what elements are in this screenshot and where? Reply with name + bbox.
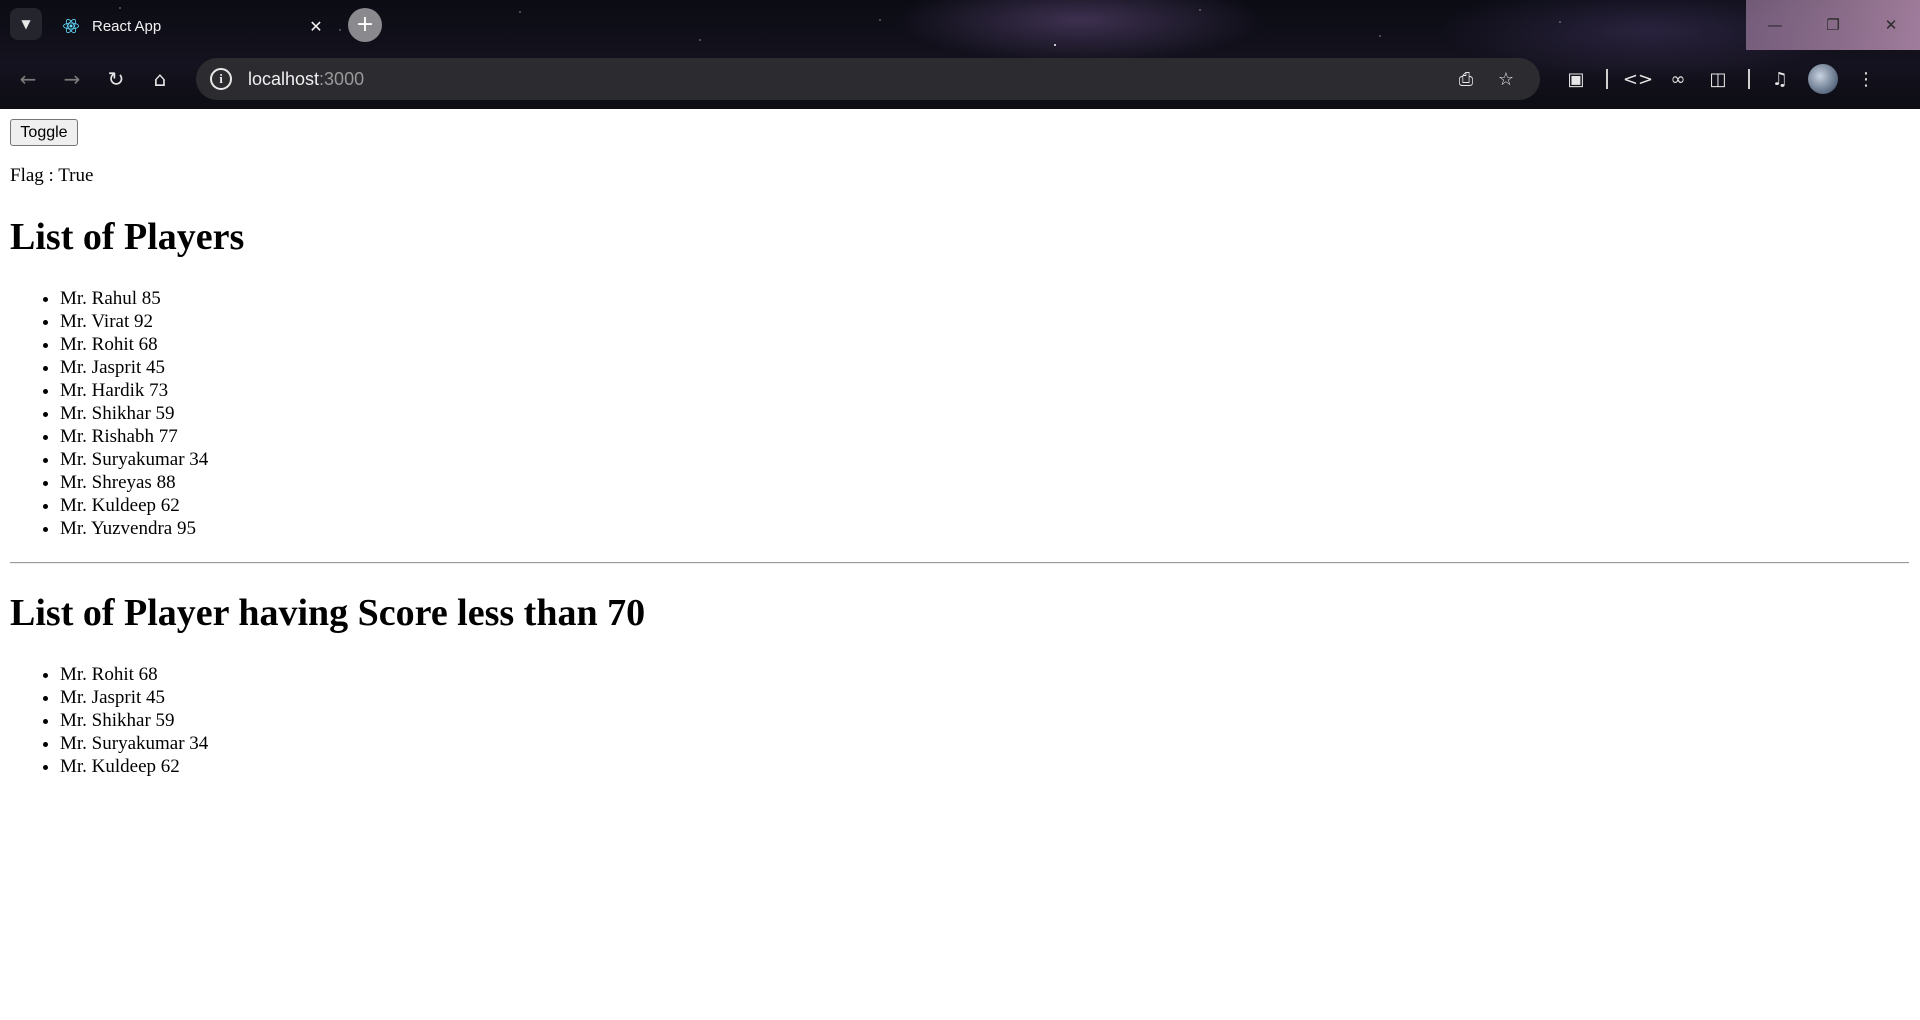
install-app-icon[interactable]: ⎙ — [1446, 59, 1486, 99]
chevron-down-icon[interactable]: ▼ — [10, 8, 42, 40]
all-players-heading: List of Players — [10, 216, 245, 258]
low-score-heading: List of Player having Score less than 70 — [10, 592, 646, 634]
list-item: Mr. Rahul 85 — [60, 287, 208, 310]
active-tab[interactable]: React App ✕ — [50, 6, 338, 46]
close-window-icon[interactable]: ✕ — [1862, 0, 1920, 50]
kebab-menu-icon[interactable]: ⋮ — [1846, 59, 1886, 99]
page-content: Toggle Flag : True List of Players Mr. R… — [0, 109, 1920, 1020]
url-text[interactable]: localhost:3000 — [248, 69, 1446, 90]
plus-icon[interactable]: + — [348, 8, 382, 42]
minimize-icon[interactable]: — — [1746, 0, 1804, 50]
close-icon[interactable]: ✕ — [306, 17, 326, 36]
list-item: Mr. Rohit 68 — [60, 663, 208, 686]
list-item: Mr. Yuzvendra 95 — [60, 517, 208, 540]
list-item: Mr. Rishabh 77 — [60, 425, 208, 448]
translate-icon[interactable]: ◫ — [1698, 59, 1738, 99]
puzzle-icon[interactable]: ▣ — [1556, 59, 1596, 99]
info-icon[interactable]: i — [210, 68, 232, 90]
list-item: Mr. Rohit 68 — [60, 333, 208, 356]
home-icon[interactable]: ⌂ — [140, 59, 180, 99]
toolbar-separator — [1606, 69, 1608, 89]
list-item: Mr. Shikhar 59 — [60, 709, 208, 732]
react-logo-icon — [63, 18, 79, 34]
window-controls: — ❐ ✕ — [1746, 0, 1920, 50]
list-item: Mr. Virat 92 — [60, 310, 208, 333]
low-score-players-list: Mr. Rohit 68 Mr. Jasprit 45 Mr. Shikhar … — [10, 663, 208, 778]
star-icon[interactable]: ☆ — [1486, 59, 1526, 99]
all-players-list: Mr. Rahul 85 Mr. Virat 92 Mr. Rohit 68 M… — [10, 287, 208, 540]
reload-icon[interactable]: ↻ — [96, 59, 136, 99]
toolbar-actions: ▣ <> ∞ ◫ ♫ ⋮ — [1556, 58, 1886, 100]
toolbar-separator — [1748, 69, 1750, 89]
list-item: Mr. Kuldeep 62 — [60, 494, 208, 517]
list-item: Mr. Shikhar 59 — [60, 402, 208, 425]
flag-status: Flag : True — [10, 165, 94, 186]
restore-icon[interactable]: ❐ — [1804, 0, 1862, 50]
arrow-right-icon[interactable]: → — [52, 59, 92, 99]
url-port: :3000 — [319, 68, 365, 89]
list-item: Mr. Hardik 73 — [60, 379, 208, 402]
section-divider — [10, 562, 1909, 564]
code-icon[interactable]: <> — [1618, 59, 1658, 99]
avatar[interactable] — [1808, 64, 1838, 94]
list-item: Mr. Kuldeep 62 — [60, 755, 208, 778]
list-item: Mr. Suryakumar 34 — [60, 732, 208, 755]
toggle-button[interactable]: Toggle — [10, 119, 78, 146]
list-item: Mr. Shreyas 88 — [60, 471, 208, 494]
url-host: localhost — [248, 68, 320, 89]
list-item: Mr. Suryakumar 34 — [60, 448, 208, 471]
address-bar[interactable]: i localhost:3000 ⎙ ☆ — [196, 58, 1540, 100]
browser-chrome: ▼ React App ✕ + — ❐ ✕ ← → ↻ ⌂ i localhos… — [0, 0, 1920, 109]
list-item: Mr. Jasprit 45 — [60, 356, 208, 379]
tab-title: React App — [92, 17, 162, 35]
link-icon[interactable]: ∞ — [1658, 59, 1698, 99]
browser-toolbar: ← → ↻ ⌂ i localhost:3000 ⎙ ☆ ▣ <> ∞ ◫ ♫ … — [0, 54, 1920, 104]
media-queue-icon[interactable]: ♫ — [1760, 59, 1800, 99]
tab-strip: ▼ React App ✕ + — ❐ ✕ — [0, 0, 1920, 50]
arrow-left-icon[interactable]: ← — [8, 59, 48, 99]
list-item: Mr. Jasprit 45 — [60, 686, 208, 709]
